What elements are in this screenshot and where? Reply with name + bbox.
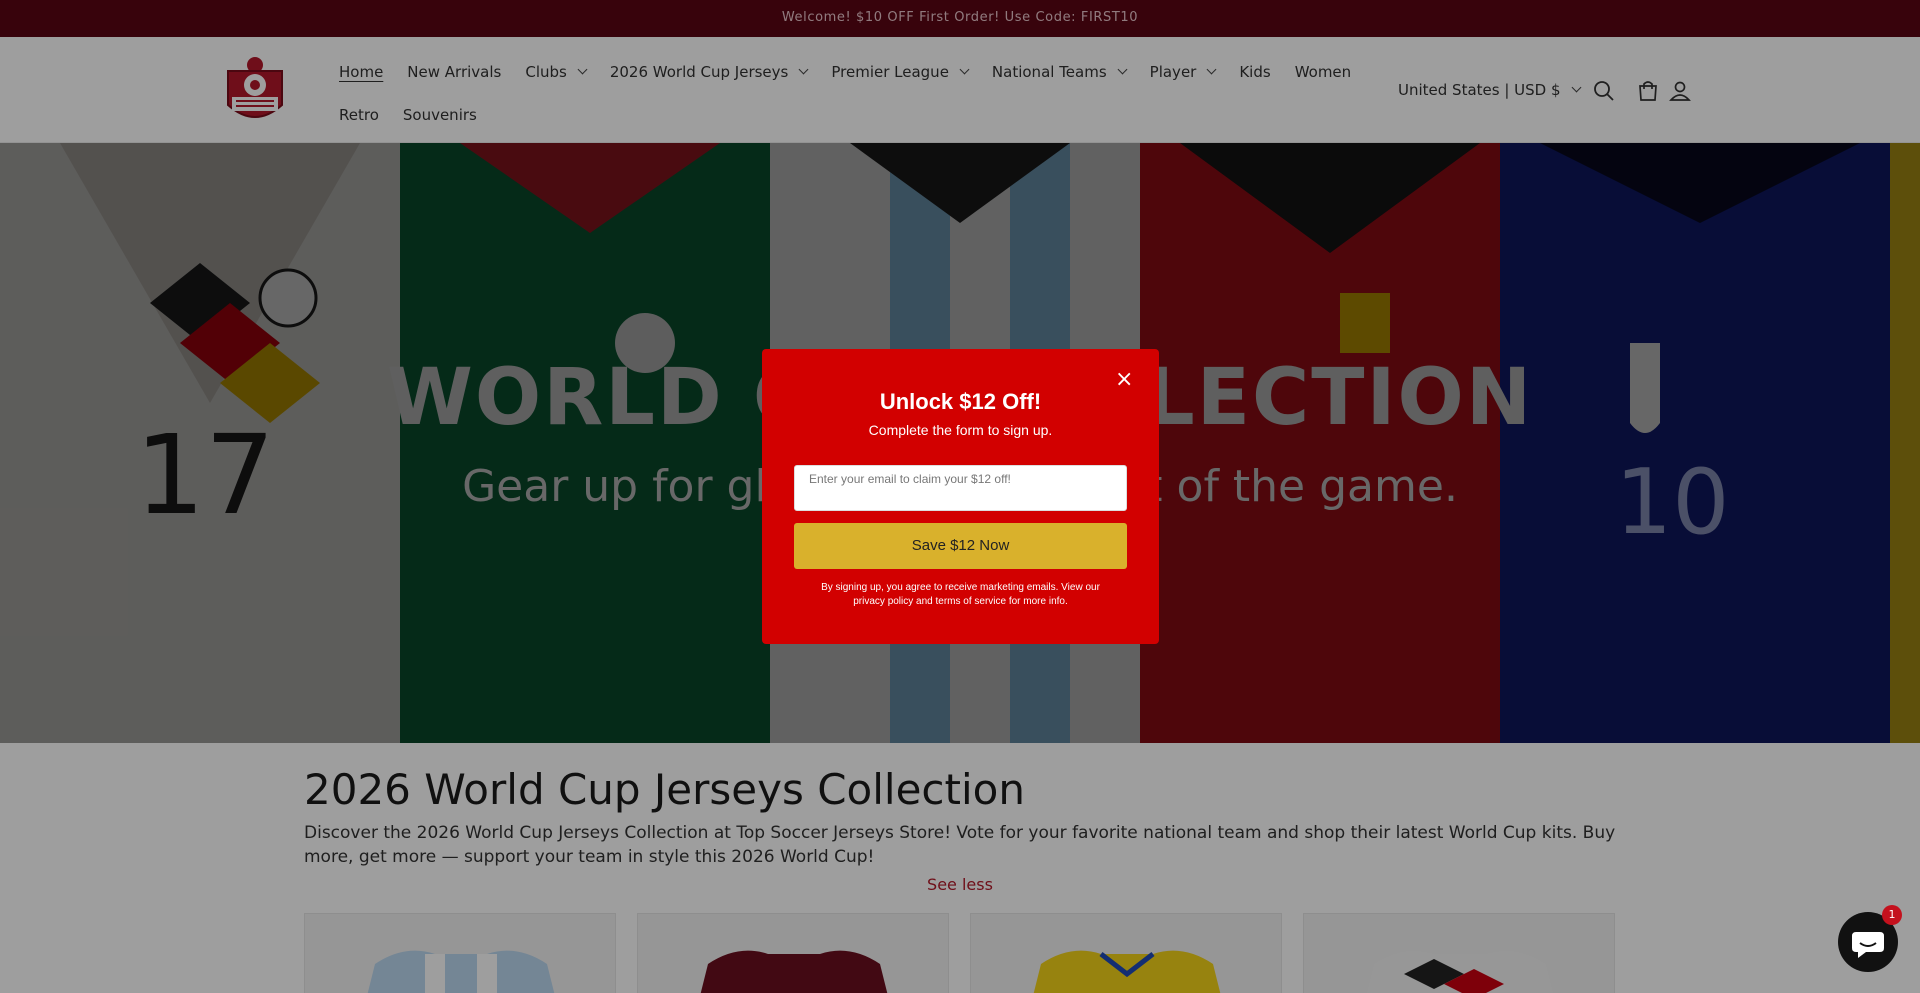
close-icon[interactable]: × — [1115, 369, 1133, 391]
nav-item-label: Clubs — [525, 63, 567, 81]
nav-item-label: Kids — [1239, 63, 1271, 81]
popup-legal-text: By signing up, you agree to receive mark… — [821, 582, 1100, 607]
see-less-link[interactable]: See less — [0, 875, 1920, 894]
chevron-down-icon — [1206, 64, 1217, 75]
nav-item-label: Women — [1294, 63, 1352, 81]
main-nav: Home New Arrivals Clubs 2026 World Cup Jers… — [327, 53, 1351, 139]
site-header: Home New Arrivals Clubs 2026 World Cup Jers… — [0, 37, 1920, 143]
collection-section: 2026 World Cup Jerseys Collection Discov… — [0, 743, 1920, 993]
chevron-down-icon — [959, 64, 970, 75]
nav-item-home[interactable]: Home — [339, 63, 383, 81]
country-selector[interactable]: United States | USD $ — [1398, 81, 1581, 99]
collection-title: 2026 World Cup Jerseys Collection — [304, 765, 1025, 814]
nav-item-label: Retro — [339, 106, 379, 124]
nav-item-label: Player — [1149, 63, 1197, 81]
country-selector-label: United States | USD $ — [1398, 81, 1561, 99]
nav-item-label: National Teams — [991, 63, 1107, 81]
cart-icon[interactable] — [1636, 79, 1660, 103]
store-logo[interactable] — [222, 51, 288, 127]
nav-item-national-teams[interactable]: National Teams — [991, 63, 1128, 81]
email-placeholder: Enter your email to claim your $12 off! — [809, 472, 1011, 486]
nav-item-label: Premier League — [831, 63, 949, 81]
chevron-down-icon — [798, 64, 809, 75]
product-card[interactable] — [1303, 913, 1615, 993]
product-card[interactable] — [637, 913, 949, 993]
popup-subtitle: Complete the form to sign up. — [868, 422, 1053, 438]
collection-description: Discover the 2026 World Cup Jerseys Coll… — [304, 823, 1616, 867]
nav-item-retro[interactable]: Retro — [339, 106, 379, 124]
nav-item-souvenirs[interactable]: Souvenirs — [403, 106, 477, 124]
nav-item-kids[interactable]: Kids — [1239, 63, 1270, 81]
nav-item-player[interactable]: Player — [1149, 63, 1217, 81]
nav-item-label: 2026 World Cup Jerseys — [609, 63, 789, 81]
nav-item-women[interactable]: Women — [1295, 63, 1351, 81]
chevron-down-icon — [1117, 64, 1128, 75]
announcement-bar: Welcome! $10 OFF First Order! Use Code: … — [0, 0, 1920, 37]
nav-item-2026-world-cup-jerseys[interactable]: 2026 World Cup Jerseys — [609, 63, 809, 81]
save-12-button[interactable]: Save $12 Now — [794, 523, 1127, 569]
nav-item-label: Home — [339, 63, 384, 81]
account-icon[interactable] — [1668, 79, 1692, 103]
nav-item-label: New Arrivals — [407, 63, 502, 81]
nav-item-new-arrivals[interactable]: New Arrivals — [407, 63, 501, 81]
nav-item-premier-league[interactable]: Premier League — [831, 63, 970, 81]
chevron-down-icon — [1571, 82, 1581, 93]
chat-notification-badge: 1 — [1882, 905, 1902, 925]
popup-title: Unlock $12 Off! — [879, 389, 1042, 414]
product-card[interactable] — [970, 913, 1282, 993]
nav-item-clubs[interactable]: Clubs — [525, 63, 588, 81]
chevron-down-icon — [577, 64, 588, 75]
signup-popup: × Unlock $12 Off! Complete the form to s… — [762, 349, 1159, 644]
search-icon[interactable] — [1592, 79, 1616, 103]
product-card[interactable] — [304, 913, 616, 993]
nav-item-label: Souvenirs — [402, 106, 477, 124]
announcement-text: Welcome! $10 OFF First Order! Use Code: … — [781, 10, 1139, 25]
email-field[interactable]: Enter your email to claim your $12 off! — [794, 465, 1127, 511]
